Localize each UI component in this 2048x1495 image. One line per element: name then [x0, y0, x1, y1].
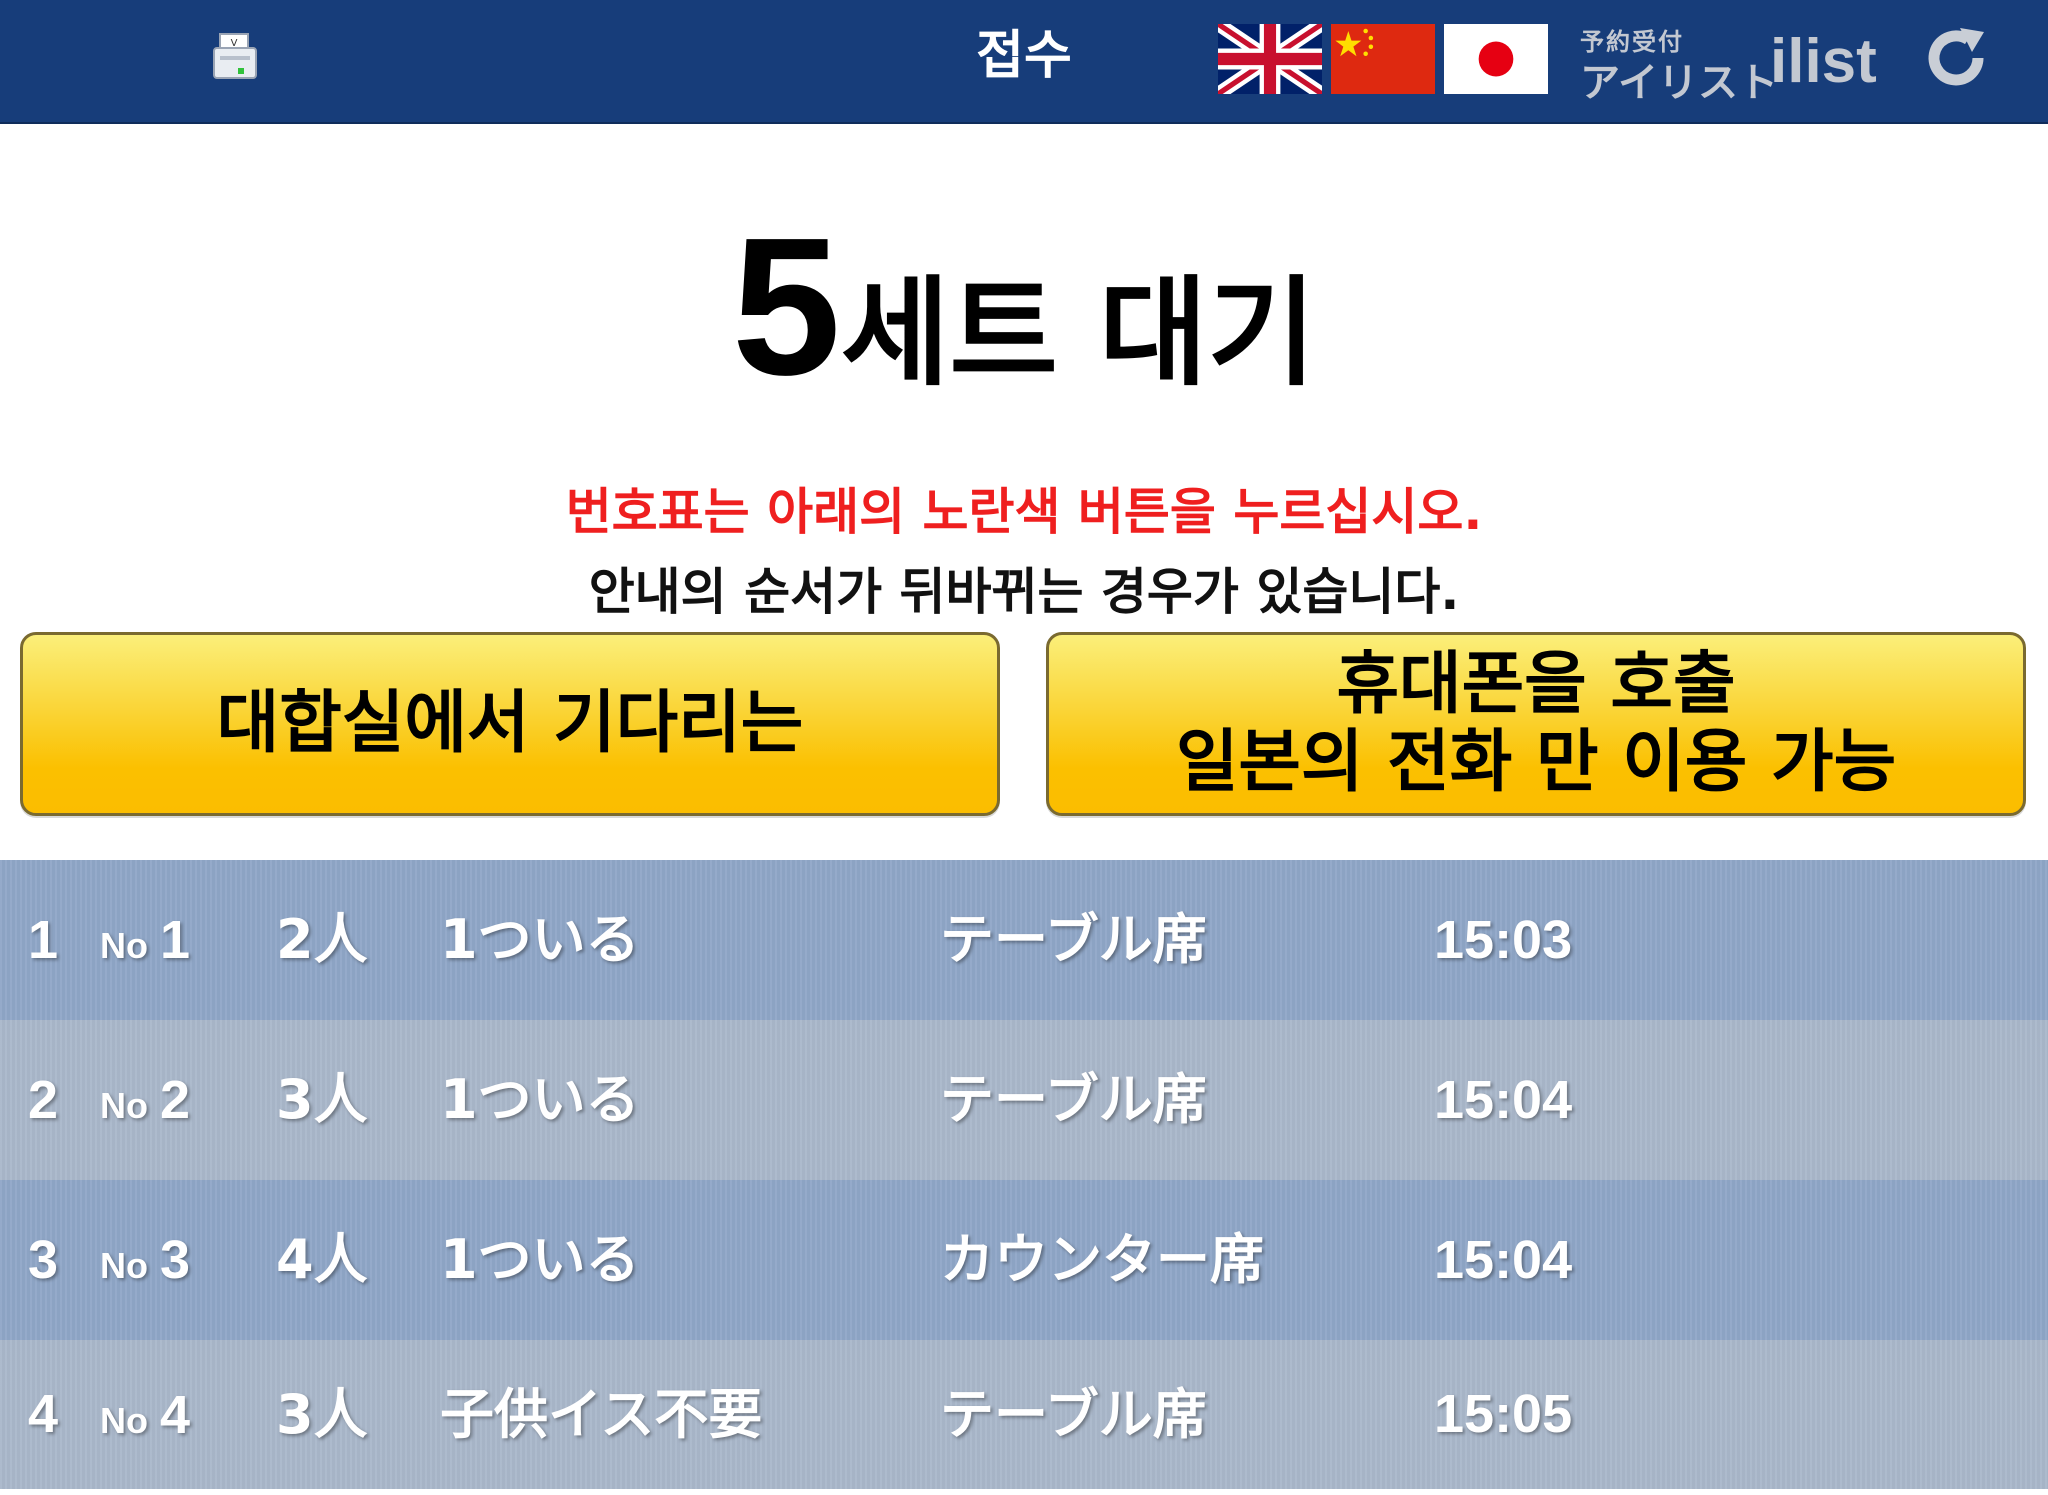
refresh-icon[interactable] [1920, 22, 1992, 94]
reception-time: 15:05 [1434, 1384, 1573, 1444]
queue-row[interactable]: 3 No 3 4人 1ついる カウンター席 15:04 [0, 1180, 2048, 1340]
row-index: 3 [28, 1230, 59, 1290]
child-seat-note: 1ついる [440, 1228, 640, 1291]
page-title: 접수 [976, 26, 1072, 86]
party-size: 4人 [276, 1228, 368, 1291]
seat-type: カウンター席 [940, 1228, 1264, 1291]
ticket-no-value: 3 [160, 1230, 191, 1290]
uk-flag-icon[interactable] [1214, 18, 1326, 100]
wait-label: 세트 대기 [840, 264, 1317, 402]
brand-mark-text: ilist [1770, 27, 1877, 96]
seat-type: テーブル席 [940, 908, 1207, 971]
child-seat-note: 子供イス不要 [440, 1383, 763, 1446]
reception-time: 15:03 [1434, 910, 1573, 970]
brand-kana-text: アイリスト [1580, 60, 1778, 106]
queue-list: 1 No 1 2人 1ついる テーブル席 15:03 2 No 2 3人 1ついる … [0, 860, 2048, 1489]
ticket-no-label: No [100, 1245, 148, 1286]
ticket-no-value: 2 [160, 1070, 191, 1130]
seat-type: テーブル席 [940, 1068, 1207, 1131]
phone-call-button[interactable]: 휴대폰을 호출 일본의 전화 만 이용 가능 [1046, 632, 2026, 816]
printer-icon[interactable]: V [212, 32, 258, 82]
ticket-no-value: 4 [160, 1385, 191, 1445]
ticket-number: No 4 [100, 1340, 190, 1489]
ticket-no-label: No [100, 925, 148, 966]
row-index: 4 [28, 1384, 59, 1444]
order-notice: 안내의 순서가 뒤바뀌는 경우가 있습니다. [588, 563, 1460, 621]
wait-count: 5세트 대기 [0, 209, 2048, 405]
phone-call-label: 휴대폰을 호출 [1336, 645, 1736, 724]
child-seat-note: 1ついる [440, 1068, 640, 1131]
party-size: 2人 [276, 908, 368, 971]
phone-call-sublabel: 일본의 전화 만 이용 가능 [1175, 723, 1897, 802]
reception-time: 15:04 [1434, 1070, 1573, 1130]
ticket-number: No 3 [100, 1180, 190, 1340]
wait-number: 5 [731, 197, 841, 416]
party-size: 3人 [276, 1383, 368, 1446]
ticket-no-value: 1 [160, 910, 191, 970]
japan-flag-icon[interactable] [1444, 24, 1548, 94]
ticket-number: No 1 [100, 860, 190, 1020]
row-index: 1 [28, 910, 59, 970]
row-index: 2 [28, 1070, 59, 1130]
ticket-instruction: 번호표는 아래의 노란색 버튼을 누르십시오. [565, 483, 1483, 541]
reception-time: 15:04 [1434, 1230, 1573, 1290]
queue-row[interactable]: 1 No 1 2人 1ついる テーブル席 15:03 [0, 860, 2048, 1020]
child-seat-note: 1ついる [440, 908, 640, 971]
party-size: 3人 [276, 1068, 368, 1131]
queue-row[interactable]: 4 No 4 3人 子供イス不要 テーブル席 15:05 [0, 1340, 2048, 1489]
brand-logo: 予約受付 アイリスト ilist [1580, 20, 1877, 106]
ticket-no-label: No [100, 1085, 148, 1126]
wait-in-room-label: 대합실에서 기다리는 [216, 684, 804, 763]
ticket-number: No 2 [100, 1020, 190, 1180]
ticket-no-label: No [100, 1400, 148, 1441]
seat-type: テーブル席 [940, 1383, 1207, 1446]
china-flag-icon[interactable] [1331, 24, 1435, 94]
wait-in-room-button[interactable]: 대합실에서 기다리는 [20, 632, 1000, 816]
queue-row[interactable]: 2 No 2 3人 1ついる テーブル席 15:04 [0, 1020, 2048, 1180]
header-bar: V 접수 予約受付 アイリスト ilist [0, 0, 2048, 124]
